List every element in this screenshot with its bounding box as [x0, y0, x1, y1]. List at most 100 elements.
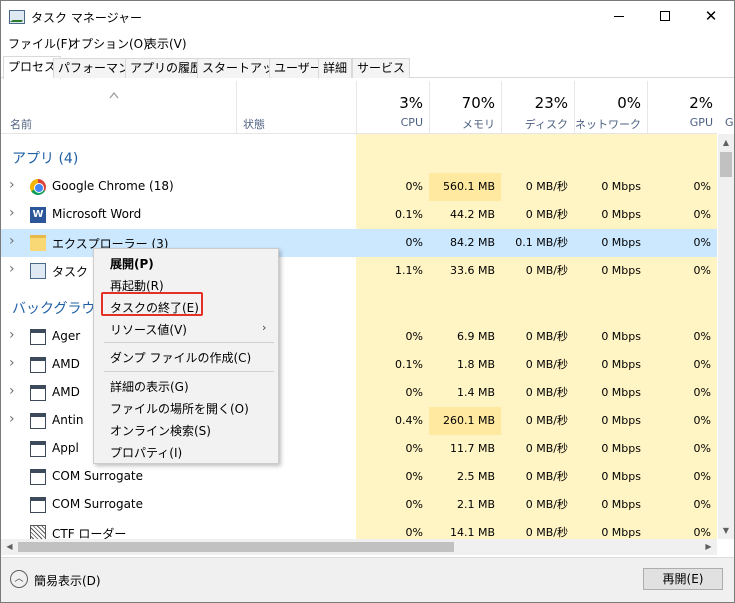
process-row[interactable]: CTF ローダー 0% 14.1 MB 0 MB/秒 0 Mbps 0%: [1, 519, 717, 539]
memory-cell: 1.4 MB: [456, 386, 495, 399]
cpu-cell: 0.4%: [395, 414, 423, 427]
close-icon: ✕: [704, 7, 718, 25]
menu-item-search-online[interactable]: オンライン検索(S): [110, 422, 211, 439]
window-icon: [30, 329, 46, 345]
tab-services[interactable]: サービス: [352, 58, 411, 78]
vertical-scrollbar[interactable]: ▲ ▼: [718, 134, 734, 539]
gpu-cell: 0%: [693, 330, 711, 343]
tab-details[interactable]: 詳細: [318, 58, 353, 78]
memory-cell: 84.2 MB: [449, 236, 495, 249]
window-icon: [30, 385, 46, 401]
network-cell: 0 Mbps: [601, 526, 641, 539]
network-cell: 0 Mbps: [601, 330, 641, 343]
chevron-up-icon[interactable]: ︿: [10, 570, 28, 588]
menu-file[interactable]: ファイル(F): [8, 35, 72, 52]
cpu-cell: 0%: [405, 236, 423, 249]
process-row[interactable]: COM Surrogate 0% 2.5 MB 0 MB/秒 0 Mbps 0%: [1, 463, 717, 491]
column-gpu-engine[interactable]: G: [719, 81, 734, 134]
cpu-total-percent: 3%: [399, 94, 423, 112]
menu-item-properties[interactable]: プロパティ(I): [110, 444, 182, 461]
disk-cell: 0 MB/秒: [525, 180, 568, 193]
menu-view[interactable]: 表示(V): [145, 35, 187, 52]
expand-chevron-icon[interactable]: ›: [9, 327, 15, 343]
disk-cell: 0 MB/秒: [525, 526, 568, 539]
vertical-scroll-thumb[interactable]: [720, 152, 732, 177]
column-status[interactable]: 状態: [236, 81, 356, 134]
column-disk[interactable]: 23% ディスク: [501, 81, 574, 134]
horizontal-scrollbar[interactable]: ◀ ▶: [1, 539, 717, 555]
expand-chevron-icon[interactable]: ›: [9, 383, 15, 399]
menu-item-expand[interactable]: 展開(P): [110, 255, 154, 272]
group-apps-header: アプリ (4): [12, 151, 79, 167]
fewer-details-link[interactable]: 簡易表示(D): [34, 572, 101, 589]
gpu-cell: 0%: [693, 470, 711, 483]
chrome-icon: [30, 179, 46, 195]
column-network[interactable]: 0% ネットワーク: [574, 81, 647, 134]
window-icon: [30, 469, 46, 485]
tab-app-history[interactable]: アプリの履歴: [125, 58, 208, 78]
process-name: タスク: [52, 265, 89, 279]
column-cpu[interactable]: 3% CPU: [356, 81, 429, 134]
scroll-left-icon[interactable]: ◀: [1, 539, 18, 555]
network-cell: 0 Mbps: [601, 498, 641, 511]
horizontal-scroll-thumb[interactable]: [18, 542, 454, 552]
network-cell: 0 Mbps: [601, 264, 641, 277]
menu-item-open-file-location[interactable]: ファイルの場所を開く(O): [110, 400, 249, 417]
expand-chevron-icon[interactable]: ›: [9, 411, 15, 427]
process-name: COM Surrogate: [52, 469, 144, 483]
cpu-cell: 0%: [405, 442, 423, 455]
process-row[interactable]: › Google Chrome (18) 0% 560.1 MB 0 MB/秒 0 Mbp…: [1, 173, 717, 201]
maximize-icon: [660, 11, 670, 21]
process-row[interactable]: COM Surrogate 0% 2.1 MB 0 MB/秒 0 Mbps 0%: [1, 491, 717, 519]
process-row[interactable]: › W Microsoft Word 0.1% 44.2 MB 0 MB/秒 0 Mbps 0…: [1, 201, 717, 229]
memory-cell: 1.8 MB: [456, 358, 495, 371]
cpu-cell: 0%: [405, 470, 423, 483]
gpu-cell: 0%: [693, 526, 711, 539]
column-network-label: ネットワーク: [575, 118, 641, 131]
title-bar: タスク マネージャー ✕: [1, 1, 734, 33]
network-cell: 0 Mbps: [601, 208, 641, 221]
sort-ascending-icon: [109, 92, 119, 99]
scroll-right-icon[interactable]: ▶: [700, 539, 717, 555]
cpu-cell: 0%: [405, 386, 423, 399]
expand-chevron-icon[interactable]: ›: [9, 355, 15, 371]
column-name-label[interactable]: 名前: [10, 116, 32, 132]
disk-cell: 0.1 MB/秒: [515, 236, 568, 249]
gpu-cell: 0%: [693, 264, 711, 277]
resume-button[interactable]: 再開(E): [643, 568, 723, 590]
expand-chevron-icon[interactable]: ›: [9, 233, 15, 249]
disk-cell: 0 MB/秒: [525, 330, 568, 343]
column-header: 名前 状態 3% CPU 70% メモリ 23% ディスク 0% ネットワーク …: [1, 81, 717, 134]
column-gpu[interactable]: 2% GPU: [647, 81, 719, 134]
minimize-button[interactable]: [596, 1, 642, 31]
column-memory[interactable]: 70% メモリ: [429, 81, 501, 134]
expand-chevron-icon[interactable]: ›: [9, 177, 15, 193]
expand-chevron-icon[interactable]: ›: [9, 205, 15, 221]
close-button[interactable]: ✕: [688, 1, 734, 31]
scroll-down-icon[interactable]: ▼: [718, 522, 734, 539]
disk-cell: 0 MB/秒: [525, 386, 568, 399]
memory-cell: 260.1 MB: [429, 407, 501, 435]
maximize-button[interactable]: [642, 1, 688, 31]
network-cell: 0 Mbps: [601, 358, 641, 371]
expand-chevron-icon[interactable]: ›: [9, 261, 15, 277]
memory-cell: 6.9 MB: [456, 330, 495, 343]
footer-bar: ︿ 簡易表示(D) 再開(E): [1, 557, 734, 602]
menu-item-create-dump[interactable]: ダンプ ファイルの作成(C): [110, 349, 251, 366]
disk-total-percent: 23%: [534, 94, 568, 112]
menu-options[interactable]: オプション(O): [69, 35, 148, 52]
menu-item-go-to-details[interactable]: 詳細の表示(G): [110, 378, 189, 395]
network-total-percent: 0%: [617, 94, 641, 112]
menu-item-resource-values[interactable]: リソース値(V): [110, 321, 187, 338]
process-name: Appl: [52, 441, 79, 455]
submenu-arrow-icon: ›: [262, 321, 267, 334]
tab-bar: プロセス パフォーマンス アプリの履歴 スタートアップ ユーザー 詳細 サービス: [1, 55, 734, 79]
network-cell: 0 Mbps: [601, 442, 641, 455]
word-icon: W: [30, 207, 46, 223]
context-menu: 展開(P) 再起動(R) タスクの終了(E) リソース値(V) › ダンプ ファ…: [93, 248, 279, 464]
scroll-up-icon[interactable]: ▲: [718, 134, 734, 151]
process-name: Microsoft Word: [52, 207, 142, 221]
column-cpu-label: CPU: [400, 116, 423, 129]
end-task-highlight: [101, 292, 203, 316]
disk-cell: 0 MB/秒: [525, 470, 568, 483]
